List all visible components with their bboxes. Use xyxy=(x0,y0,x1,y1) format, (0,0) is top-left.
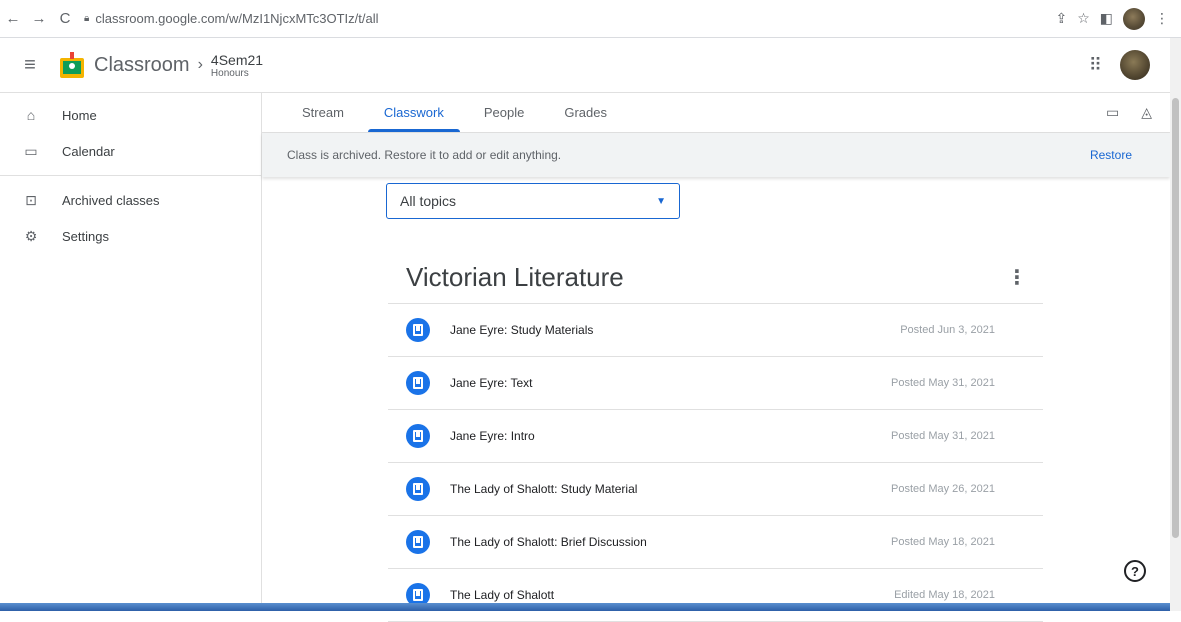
help-icon[interactable]: ? xyxy=(1124,560,1146,582)
item-title: Jane Eyre: Text xyxy=(450,376,533,390)
reload-icon[interactable]: C xyxy=(52,6,78,32)
sidepanel-icon[interactable]: ◧ xyxy=(1100,10,1113,27)
dropdown-caret-icon: ▼ xyxy=(656,195,666,207)
restore-button[interactable]: Restore xyxy=(1090,148,1170,162)
sidebar-divider xyxy=(0,175,261,176)
sidebar-item-label: Settings xyxy=(62,228,109,244)
archive-icon: ⊡ xyxy=(25,191,37,208)
list-item[interactable]: The Lady of Shalott: Brief Discussion Po… xyxy=(388,516,1043,569)
drive-icon[interactable]: ◬ xyxy=(1141,104,1152,121)
class-tabs: Stream Classwork People Grades ▭ ◬ xyxy=(262,93,1170,133)
page-scrollbar[interactable] xyxy=(1170,38,1181,611)
material-icon xyxy=(406,424,430,448)
material-icon xyxy=(406,530,430,554)
chevron-right-icon: › xyxy=(197,56,203,73)
classwork-list: Jane Eyre: Study Materials Posted Jun 3,… xyxy=(388,304,1043,622)
archived-banner: Class is archived. Restore it to add or … xyxy=(262,133,1170,177)
class-breadcrumb[interactable]: 4Sem21 Honours xyxy=(211,52,263,79)
home-icon: ⌂ xyxy=(26,107,36,123)
item-date: Posted May 31, 2021 xyxy=(891,430,995,442)
banner-message: Class is archived. Restore it to add or … xyxy=(287,148,562,162)
os-taskbar xyxy=(0,603,1170,611)
back-arrow-icon[interactable]: ← xyxy=(0,6,26,32)
list-item[interactable]: The Lady of Shalott Edited May 18, 2021 xyxy=(388,569,1043,622)
star-icon[interactable]: ☆ xyxy=(1077,10,1090,27)
item-date: Posted Jun 3, 2021 xyxy=(900,324,995,336)
material-icon xyxy=(406,371,430,395)
item-title: Jane Eyre: Study Materials xyxy=(450,323,594,337)
sidebar: ⌂ Home ▭ Calendar ⊡ Archived classes ⚙ S… xyxy=(0,93,262,611)
list-item[interactable]: The Lady of Shalott: Study Material Post… xyxy=(388,463,1043,516)
tab-stream[interactable]: Stream xyxy=(282,92,364,132)
list-item[interactable]: Jane Eyre: Study Materials Posted Jun 3,… xyxy=(388,304,1043,357)
url-text: classroom.google.com/w/MzI1NjcxMTc3OTIz/… xyxy=(95,11,379,26)
tab-people[interactable]: People xyxy=(464,92,544,132)
calendar-icon[interactable]: ▭ xyxy=(1106,104,1119,121)
tab-classwork[interactable]: Classwork xyxy=(364,92,464,132)
item-date: Edited May 18, 2021 xyxy=(894,589,995,601)
item-title: The Lady of Shalott: Study Material xyxy=(450,482,638,496)
item-title: The Lady of Shalott xyxy=(450,588,555,602)
lock-icon: 🔒︎ xyxy=(84,13,90,24)
calendar-icon: ▭ xyxy=(24,142,38,159)
material-icon xyxy=(406,318,430,342)
sidebar-item-home[interactable]: ⌂ Home xyxy=(0,97,261,133)
brand-name[interactable]: Classroom xyxy=(94,54,190,77)
sidebar-item-label: Home xyxy=(62,107,97,123)
item-title: The Lady of Shalott: Brief Discussion xyxy=(450,535,647,549)
classroom-logo-icon[interactable] xyxy=(60,52,86,78)
forward-arrow-icon[interactable]: → xyxy=(26,6,52,32)
address-bar[interactable]: 🔒︎ classroom.google.com/w/MzI1NjcxMTc3OT… xyxy=(84,6,1043,32)
scrollbar-thumb[interactable] xyxy=(1172,98,1179,538)
class-section: Honours xyxy=(210,67,249,79)
browser-profile-avatar[interactable] xyxy=(1123,7,1145,30)
topic-filter-value: All topics xyxy=(400,193,457,209)
topic-title: Victorian Literature xyxy=(406,262,624,292)
sidebar-item-label: Calendar xyxy=(62,143,115,159)
browser-menu-icon[interactable]: ⋮ xyxy=(1155,10,1169,27)
material-icon xyxy=(406,477,430,501)
gear-icon: ⚙ xyxy=(24,227,38,244)
app-header: ≡ Classroom › 4Sem21 Honours ⠿ xyxy=(0,38,1170,93)
list-item[interactable]: Jane Eyre: Intro Posted May 31, 2021 xyxy=(388,410,1043,463)
hamburger-menu-icon[interactable]: ≡ xyxy=(0,54,60,77)
apps-grid-icon[interactable]: ⠿ xyxy=(1089,55,1102,76)
avatar[interactable] xyxy=(1120,50,1150,80)
topic-header: Victorian Literature ⋮ xyxy=(388,252,1043,304)
item-date: Posted May 26, 2021 xyxy=(891,483,995,495)
browser-toolbar: ← → C 🔒︎ classroom.google.com/w/MzI1Njcx… xyxy=(0,0,1181,38)
item-title: Jane Eyre: Intro xyxy=(450,429,535,443)
more-vert-icon[interactable]: ⋮ xyxy=(1007,265,1027,290)
topic-filter-select[interactable]: All topics ▼ xyxy=(386,183,680,219)
share-icon[interactable]: ⇪ xyxy=(1055,10,1067,27)
class-name: 4Sem21 xyxy=(210,51,264,68)
item-date: Posted May 31, 2021 xyxy=(891,377,995,389)
tab-grades[interactable]: Grades xyxy=(544,92,627,132)
sidebar-item-calendar[interactable]: ▭ Calendar xyxy=(0,133,261,169)
sidebar-item-settings[interactable]: ⚙ Settings xyxy=(0,218,261,254)
item-date: Posted May 18, 2021 xyxy=(891,536,995,548)
sidebar-item-label: Archived classes xyxy=(62,192,160,208)
sidebar-item-archived-classes[interactable]: ⊡ Archived classes xyxy=(0,182,261,218)
list-item[interactable]: Jane Eyre: Text Posted May 31, 2021 xyxy=(388,357,1043,410)
